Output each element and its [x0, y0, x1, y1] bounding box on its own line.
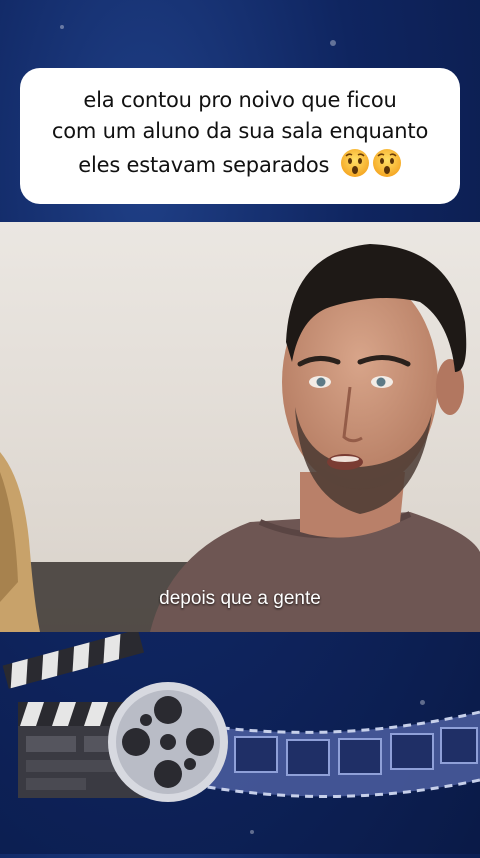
video-scene	[0, 222, 480, 632]
film-decoration	[0, 629, 480, 854]
caption-line-3: eles estavam separados	[52, 148, 428, 188]
video-frame[interactable]: depois que a gente	[0, 222, 480, 632]
background-sparkle	[60, 25, 64, 29]
background-sparkle	[330, 40, 336, 46]
caption-text: ela contou pro noivo que ficou com um al…	[52, 85, 428, 188]
caption-line-3-text: eles estavam separados	[78, 152, 330, 177]
video-subtitle: depois que a gente	[159, 588, 321, 609]
caption-line-1: ela contou pro noivo que ficou	[83, 87, 397, 112]
surprised-face-emoji	[340, 148, 402, 188]
film-reel-icon	[108, 682, 228, 802]
caption-card: ela contou pro noivo que ficou com um al…	[20, 68, 460, 204]
caption-line-2: com um aluno da sua sala enquanto	[51, 119, 429, 144]
